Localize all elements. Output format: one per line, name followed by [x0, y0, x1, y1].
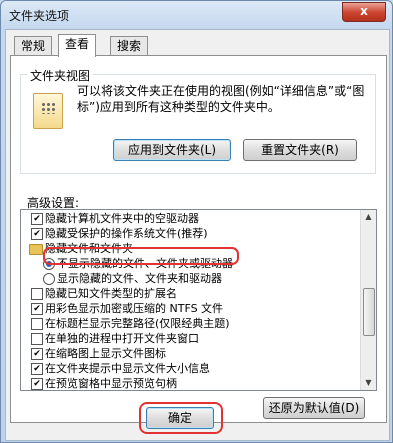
- scrollbar-thumb[interactable]: [363, 288, 375, 336]
- tab-search[interactable]: 搜索: [110, 36, 149, 55]
- ok-button[interactable]: 确定: [146, 407, 214, 429]
- folder-options-window: 文件夹选项 x 常规 查看 搜索 文件夹视图 可以将该文件夹正在使用的视图(例如…: [0, 0, 393, 443]
- folder-views-group: 文件夹视图 可以将该文件夹正在使用的视图(例如“详细信息”或“图标”)应用到所有…: [20, 67, 376, 174]
- folder-views-title: 文件夹视图: [27, 67, 94, 84]
- checkbox[interactable]: ✔: [31, 303, 43, 315]
- dialog-body: 常规 查看 搜索 文件夹视图 可以将该文件夹正在使用的视图(例如“详细信息”或“…: [5, 29, 390, 441]
- checkbox[interactable]: [31, 288, 43, 300]
- checkbox[interactable]: [31, 318, 43, 330]
- advanced-settings-list[interactable]: ✔ 隐藏计算机文件夹中的空驱动器 ✔ 隐藏受保护的操作系统文件(推荐) 隐藏文件…: [20, 209, 377, 391]
- checkbox[interactable]: ✔: [31, 213, 43, 225]
- checkbox[interactable]: ✔: [31, 228, 43, 240]
- title-bar[interactable]: 文件夹选项 x: [1, 1, 392, 29]
- restore-defaults-button[interactable]: 还原为默认值(D): [263, 397, 365, 419]
- checkbox[interactable]: ✔: [31, 363, 43, 375]
- checkbox[interactable]: ✔: [31, 348, 43, 360]
- checkbox[interactable]: [31, 333, 43, 345]
- scroll-down-icon[interactable]: ▼: [361, 376, 376, 390]
- folder-icon: [29, 244, 43, 255]
- scrollbar[interactable]: ▲ ▼: [360, 210, 376, 390]
- tab-general[interactable]: 常规: [14, 36, 53, 55]
- apply-to-folders-button[interactable]: 应用到文件夹(L): [113, 139, 231, 161]
- tab-view[interactable]: 查看: [58, 34, 97, 57]
- reset-folders-button[interactable]: 重置文件夹(R): [243, 139, 357, 161]
- highlight-annotation: [43, 247, 239, 265]
- radio-button[interactable]: [43, 273, 55, 285]
- window-title: 文件夹选项: [9, 9, 70, 23]
- close-button[interactable]: x: [342, 2, 386, 22]
- folder-views-description: 可以将该文件夹正在使用的视图(例如“详细信息”或“图标”)应用到所有这种类型的文…: [77, 84, 365, 114]
- scroll-up-icon[interactable]: ▲: [361, 210, 376, 224]
- folder-view-icon: [33, 93, 63, 129]
- view-tab-panel: 文件夹视图 可以将该文件夹正在使用的视图(例如“详细信息”或“图标”)应用到所有…: [10, 55, 387, 423]
- checkbox[interactable]: ✔: [31, 378, 43, 390]
